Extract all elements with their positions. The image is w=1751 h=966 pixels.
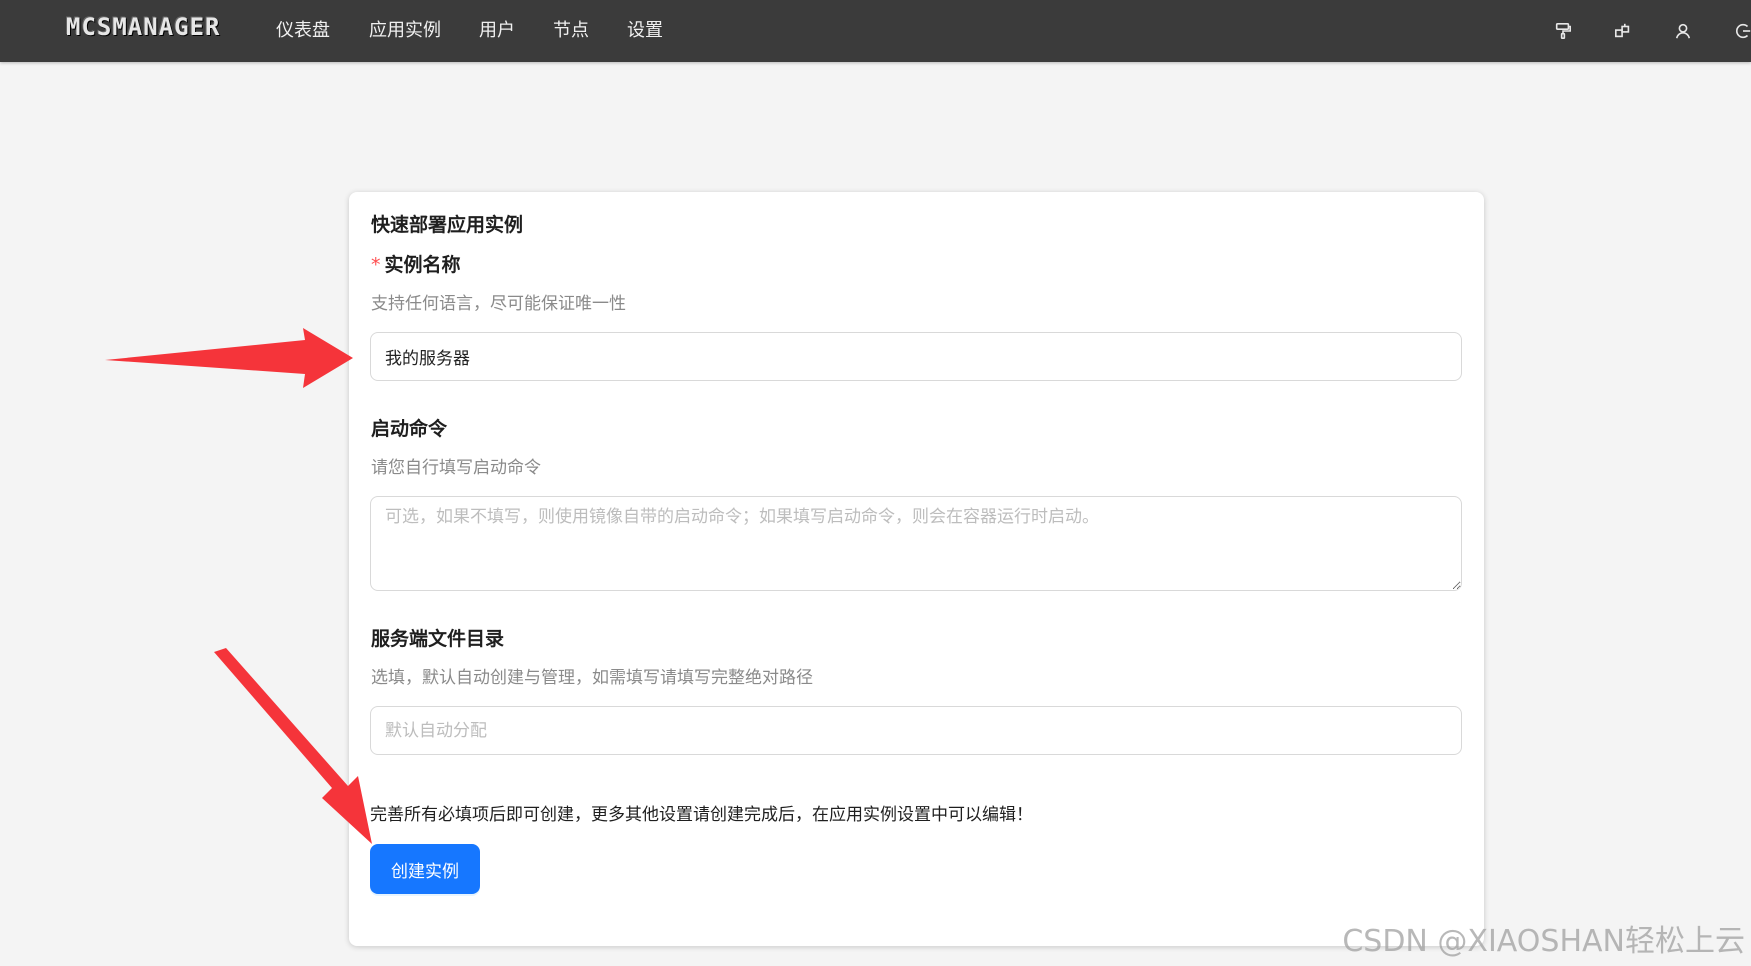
form-hint: 完善所有必填项后即可创建，更多其他设置请创建完成后，在应用实例设置中可以编辑！ [370,805,1033,825]
instance-name-description: 支持任何语言，尽可能保证唯一性 [371,294,626,314]
quick-deploy-card: 快速部署应用实例 *实例名称 支持任何语言，尽可能保证唯一性 启动命令 请您自行… [349,192,1484,946]
instance-name-label-text: 实例名称 [384,254,461,276]
start-command-label: 启动命令 [371,418,448,440]
start-command-textarea[interactable] [370,496,1462,591]
annotation-arrow-to-name-input [105,328,353,388]
layout-blocks-icon[interactable] [1613,21,1633,41]
instance-name-input[interactable] [370,332,1462,381]
paint-roller-icon[interactable] [1553,21,1573,41]
header-actions [1513,0,1751,62]
server-dir-label: 服务端文件目录 [371,628,505,650]
main-nav: 仪表盘 应用实例 用户 节点 设置 [276,0,701,62]
watermark-text: CSDN @XIAOSHAN轻松上云 [1342,924,1745,959]
create-instance-button[interactable]: 创建实例 [370,844,480,894]
instance-name-label: * 实例名称 [371,250,461,277]
server-dir-input[interactable] [370,706,1462,755]
server-dir-description: 选填，默认自动创建与管理，如需填写请填写完整绝对路径 [371,668,813,688]
top-navbar: MCSMANAGER 仪表盘 应用实例 用户 节点 设置 [0,0,1751,62]
nav-item-instances[interactable]: 应用实例 [369,0,441,62]
app-logo[interactable]: MCSMANAGER [66,14,221,40]
nav-item-users[interactable]: 用户 [479,0,515,62]
user-icon[interactable] [1673,21,1693,41]
logout-icon[interactable] [1733,21,1751,41]
start-command-description: 请您自行填写启动命令 [371,458,541,478]
nav-item-nodes[interactable]: 节点 [553,0,589,62]
nav-item-settings[interactable]: 设置 [627,0,663,62]
nav-item-dashboard[interactable]: 仪表盘 [276,0,330,62]
card-title: 快速部署应用实例 [371,214,524,236]
required-mark: * [371,254,381,276]
